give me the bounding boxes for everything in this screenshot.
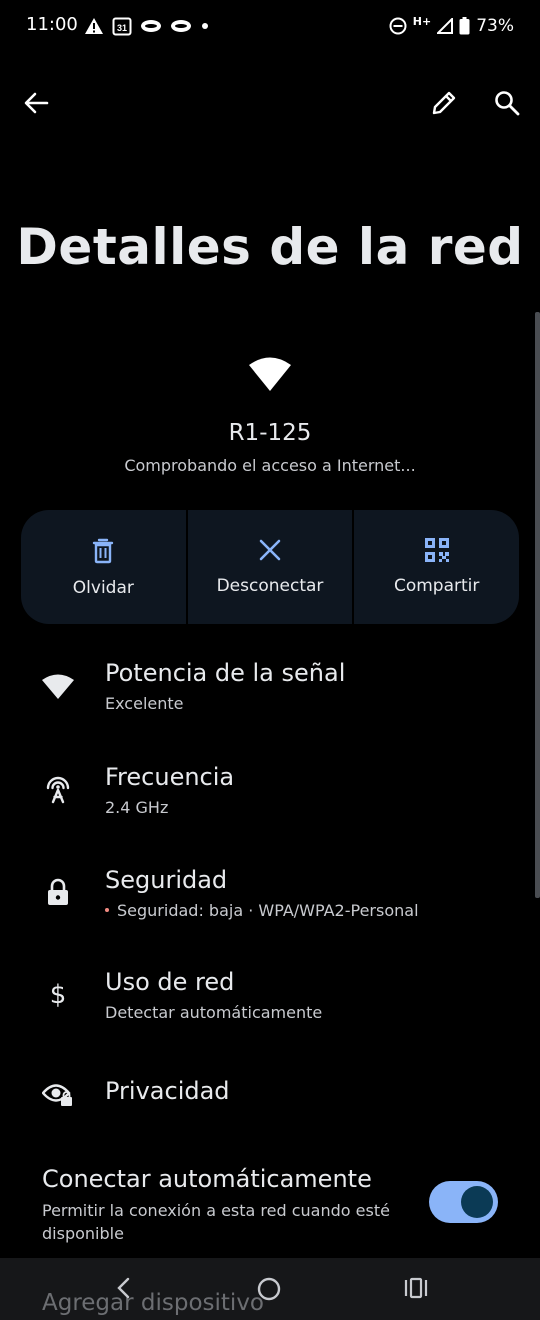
security-value-wrap: Seguridad: baja · WPA/WPA2-Personal [105,901,419,920]
auto-connect-title: Conectar automáticamente [42,1165,372,1193]
data-usage-value: Detectar automáticamente [105,1003,323,1022]
security-value: Seguridad: baja · WPA/WPA2-Personal [117,901,419,920]
forget-button[interactable]: Olvidar [21,510,186,624]
search-button[interactable] [483,79,531,127]
signal-title: Potencia de la señal [105,659,346,687]
scrollbar[interactable] [535,312,540,898]
status-right: H+ 73% [389,14,514,38]
frequency-icon-wrap [34,764,82,812]
frequency-value: 2.4 GHz [105,798,169,817]
status-bar: 11:00 31 H+ 73% [0,0,540,54]
calendar-day: 31 [117,23,127,33]
nav-recents-button[interactable] [403,1276,429,1300]
privacy-icon-wrap [34,1070,82,1118]
share-label: Compartir [393,576,480,596]
wifi-icon [249,357,291,391]
eye-icon [171,20,191,32]
data-usage-row[interactable]: $ Uso de red Detectar automáticamente [0,958,540,1048]
forget-label: Olvidar [72,578,134,598]
security-alert-dot [105,907,109,912]
nav-back-button[interactable] [110,1274,138,1302]
antenna-icon [46,776,70,804]
share-button[interactable]: Compartir [352,510,519,624]
data-usage-title: Uso de red [105,968,235,996]
network-status: Comprobando el acceso a Internet... [124,456,416,475]
qr-code-icon [424,538,449,562]
recents-icon [404,1277,428,1299]
disconnect-label: Desconectar [216,576,324,596]
signal-row: Potencia de la señal Excelente [0,650,540,740]
security-row: Seguridad Seguridad: baja · WPA/WPA2-Per… [0,856,540,946]
battery-percent: 73% [476,16,514,36]
eye-icon [141,20,161,32]
privacy-row[interactable]: Privacidad [0,1064,540,1134]
warning-icon [85,18,103,34]
edit-button[interactable] [420,79,468,127]
trash-icon [93,538,114,564]
notification-icons: 31 [84,14,210,38]
lock-icon [48,878,68,905]
wifi-icon [42,674,74,699]
chevron-left-icon [117,1277,130,1299]
dollar-icon: $ [50,980,67,1009]
back-button[interactable] [12,79,60,127]
network-actions: Olvidar Desconectar Compartir [21,510,519,624]
battery-icon [459,17,470,35]
arrow-left-icon [24,92,49,114]
dnd-icon [389,17,407,35]
calendar-icon: 31 [112,17,132,36]
security-icon-wrap [34,868,82,916]
privacy-title: Privacidad [105,1077,230,1105]
page-title: Detalles de la red [16,218,524,276]
add-device-label[interactable]: Agregar dispositivo [42,1290,264,1316]
toggle-thumb [461,1186,493,1218]
svg-text:$: $ [50,980,67,1009]
data-usage-icon-wrap: $ [34,970,82,1018]
home-circle-icon [257,1277,281,1301]
pencil-icon [432,91,456,115]
status-time: 11:00 [26,14,78,35]
dot-icon [202,23,208,29]
signal-value: Excelente [105,694,184,713]
nav-home-button[interactable] [256,1276,282,1302]
security-title: Seguridad [105,866,228,894]
disconnect-button[interactable]: Desconectar [185,510,353,624]
frequency-title: Frecuencia [105,763,235,791]
signal-icon-wrap [34,662,82,710]
network-name: R1-125 [228,420,312,446]
frequency-row: Frecuencia 2.4 GHz [0,752,540,842]
cell-signal-icon [437,18,454,34]
eye-lock-icon [42,1084,72,1106]
search-icon [495,91,520,116]
auto-connect-description: Permitir la conexión a esta red cuando e… [42,1201,390,1243]
network-type: H+ [412,14,432,28]
close-icon [259,539,281,561]
